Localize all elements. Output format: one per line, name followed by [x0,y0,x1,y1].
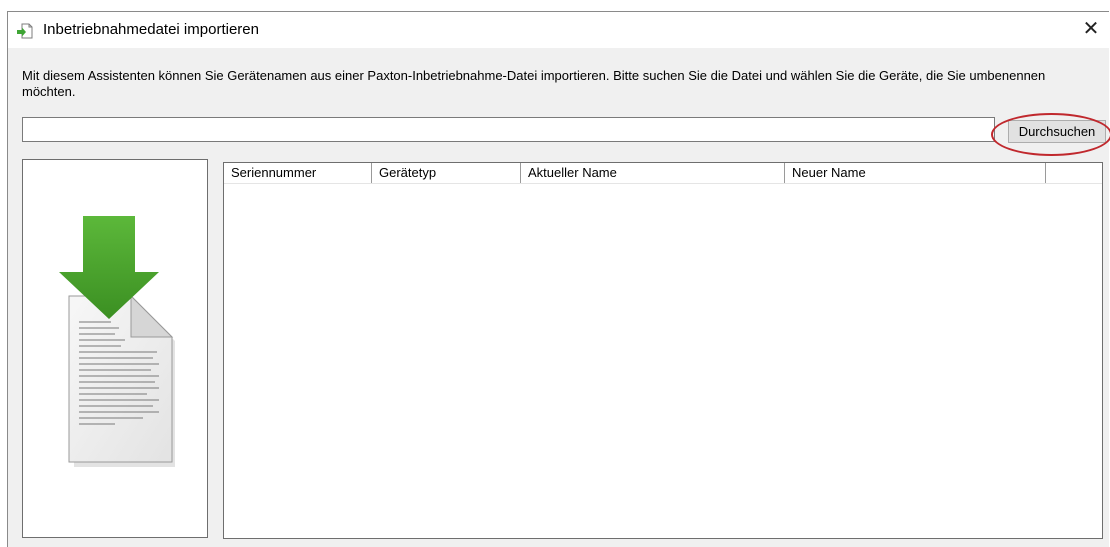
download-document-icon [55,209,178,474]
file-path-input[interactable] [22,117,995,142]
list-header: Seriennummer Gerätetyp Aktueller Name Ne… [224,163,1102,184]
column-header-filler [1046,163,1102,183]
column-header-serial[interactable]: Seriennummer [224,163,372,183]
close-button[interactable]: ✕ [1073,12,1109,48]
import-file-icon [16,23,34,39]
device-list[interactable]: Seriennummer Gerätetyp Aktueller Name Ne… [223,162,1103,539]
column-header-device-type[interactable]: Gerätetyp [372,163,521,183]
instructions-text: Mit diesem Assistenten können Sie Geräte… [22,68,1046,99]
import-dialog: Inbetriebnahmedatei importieren ✕ Mit di… [7,11,1110,547]
column-header-new-name[interactable]: Neuer Name [785,163,1046,183]
browse-button[interactable]: Durchsuchen [1008,120,1106,143]
title-bar: Inbetriebnahmedatei importieren ✕ [8,12,1109,48]
illustration-panel [22,159,208,538]
window-title: Inbetriebnahmedatei importieren [43,21,259,38]
column-header-current-name[interactable]: Aktueller Name [521,163,785,183]
